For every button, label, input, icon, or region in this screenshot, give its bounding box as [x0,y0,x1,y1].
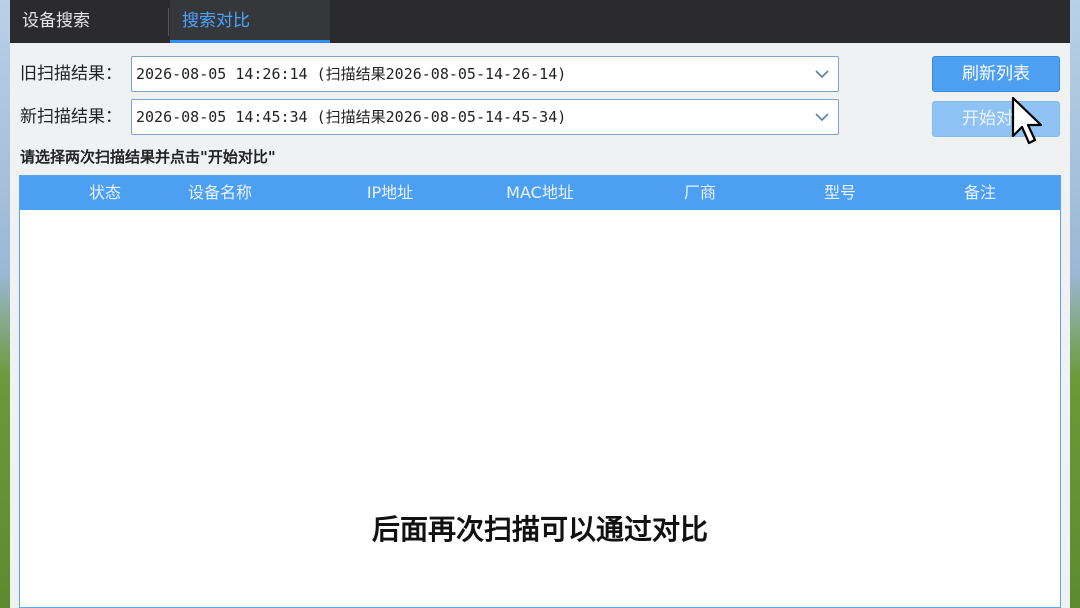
column-header-device-name[interactable]: 设备名称 [130,176,310,210]
column-header-vendor[interactable]: 厂商 [620,176,780,210]
instruction-text: 请选择两次扫描结果并点击"开始对比" [20,148,276,166]
old-scan-select[interactable]: 2026-08-05 14:26:14 (扫描结果2026-08-05-14-2… [131,56,839,92]
video-caption: 后面再次扫描可以通过对比 [371,513,708,546]
new-scan-select[interactable]: 2026-08-05 14:45:34 (扫描结果2026-08-05-14-4… [131,99,839,135]
table-header: 状态 设备名称 IP地址 MAC地址 厂商 型号 备注 [20,176,1060,210]
tab-device-search[interactable]: 设备搜索 [10,0,168,43]
tab-bar: 设备搜索 搜索对比 [10,0,1070,43]
chevron-down-icon[interactable] [814,57,830,91]
tab-divider [168,8,169,36]
old-scan-label: 旧扫描结果： [20,64,122,84]
column-header-ip[interactable]: IP地址 [310,176,470,210]
column-header-notes[interactable]: 备注 [900,176,1060,210]
tab-search-compare[interactable]: 搜索对比 [170,0,330,43]
new-scan-label: 新扫描结果： [20,107,122,127]
column-header-mac[interactable]: MAC地址 [460,176,620,210]
new-scan-value: 2026-08-05 14:45:34 (扫描结果2026-08-05-14-4… [136,108,567,126]
chevron-down-icon[interactable] [814,100,830,134]
mouse-cursor-icon [1011,96,1043,145]
column-header-model[interactable]: 型号 [760,176,920,210]
refresh-list-button[interactable]: 刷新列表 [932,56,1060,92]
old-scan-value: 2026-08-05 14:26:14 (扫描结果2026-08-05-14-2… [136,65,567,83]
